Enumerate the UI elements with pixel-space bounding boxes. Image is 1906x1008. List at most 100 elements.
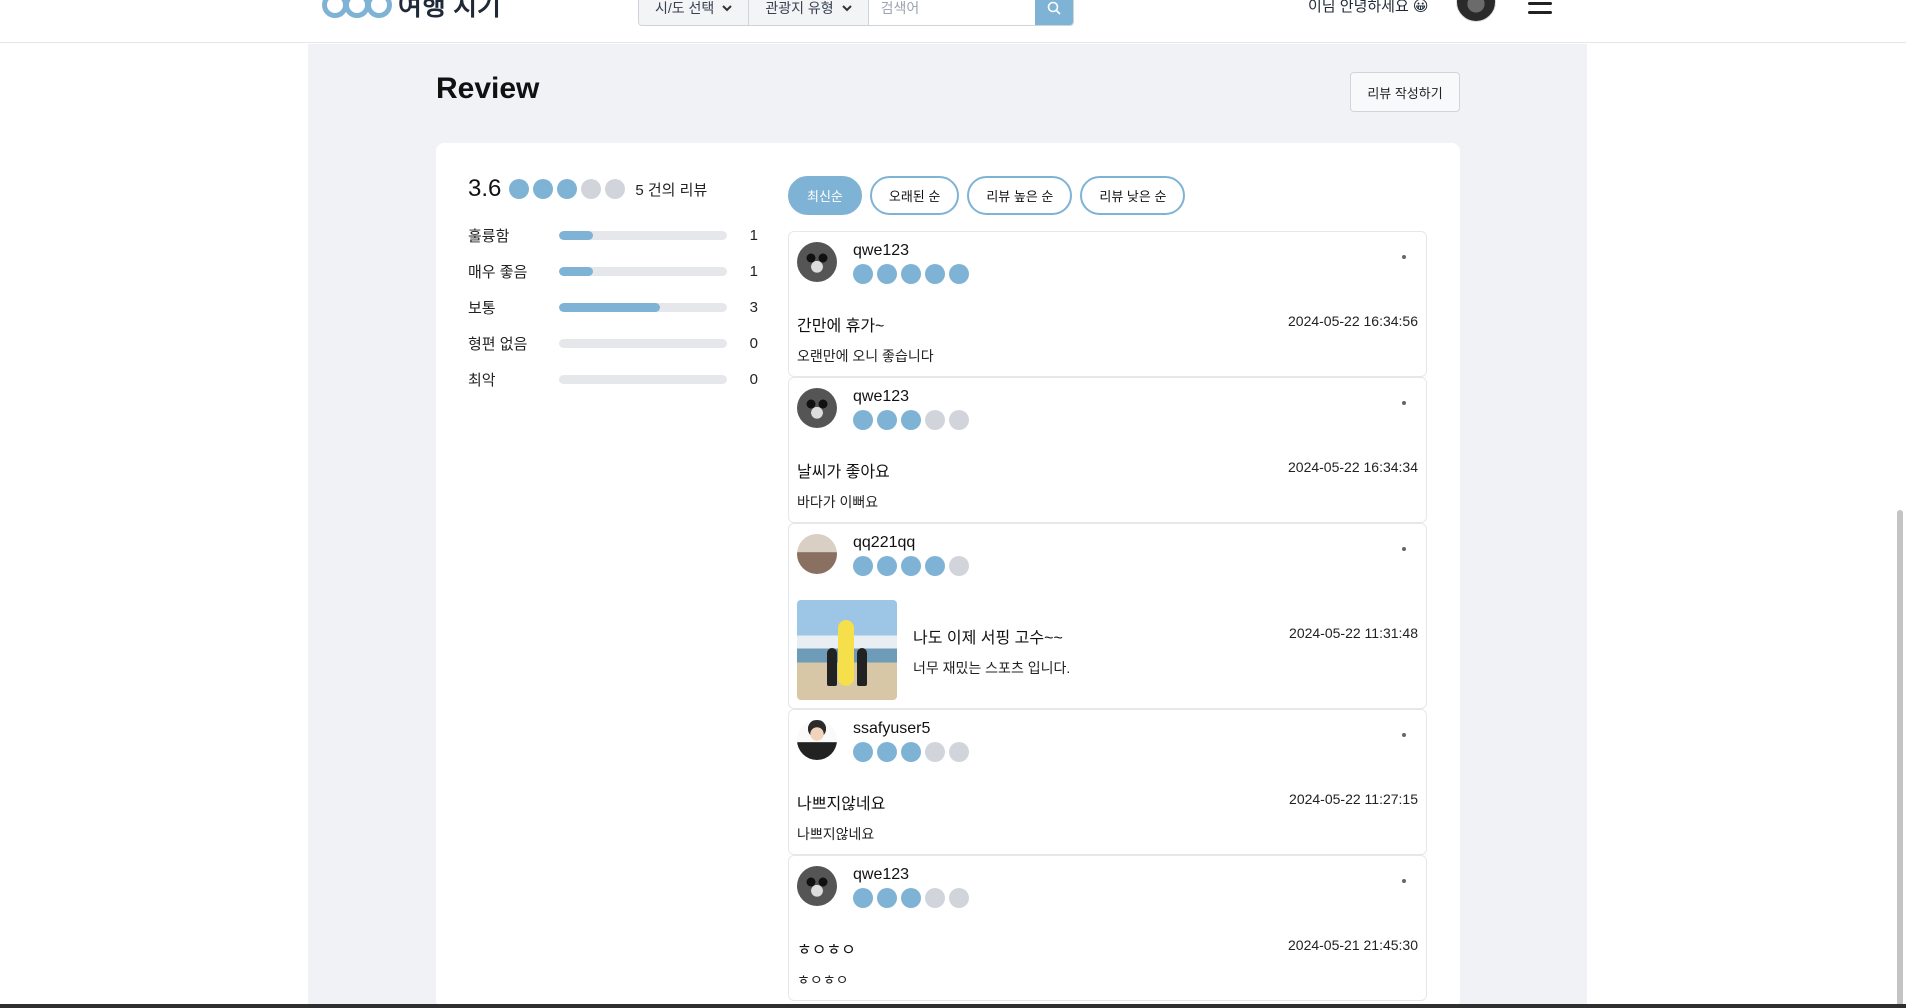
review-rating-dots bbox=[853, 410, 969, 430]
rating-dot-filled bbox=[509, 179, 530, 199]
rating-dot-filled bbox=[877, 410, 897, 430]
distribution-bar bbox=[559, 230, 727, 240]
more-options-icon[interactable] bbox=[1402, 401, 1406, 405]
distribution-bar-fill bbox=[559, 266, 593, 276]
distribution-label: 최악 bbox=[468, 371, 496, 389]
rating-dot-empty bbox=[925, 742, 945, 762]
distribution-bar bbox=[559, 338, 727, 348]
rating-dot-empty bbox=[949, 410, 969, 430]
rating-dot-filled bbox=[853, 264, 873, 284]
reviewer-avatar[interactable] bbox=[797, 534, 837, 574]
logo-text: 여행 지기 bbox=[398, 0, 501, 21]
review-item: qq221qq 나도 이제 서핑 고수~~ 2024-05-22 11:31:4… bbox=[788, 523, 1427, 709]
distribution-count: 3 bbox=[749, 298, 758, 316]
more-options-icon[interactable] bbox=[1402, 733, 1406, 737]
sort-newest-button[interactable]: 최신순 bbox=[788, 176, 862, 215]
review-title: 날씨가 좋아요 bbox=[797, 464, 890, 481]
user-avatar[interactable] bbox=[1456, 0, 1496, 22]
review-date: 2024-05-21 21:45:30 bbox=[1288, 937, 1418, 953]
reviewer-name: qwe123 bbox=[853, 866, 910, 883]
reviewer-avatar[interactable] bbox=[797, 720, 837, 760]
rating-dot-filled bbox=[853, 556, 873, 576]
review-date: 2024-05-22 16:34:56 bbox=[1288, 313, 1418, 329]
reviewer-avatar[interactable] bbox=[797, 242, 837, 282]
rating-dot-filled bbox=[901, 742, 921, 762]
rating-dot-filled bbox=[877, 888, 897, 908]
distribution-label: 매우 좋음 bbox=[468, 263, 528, 281]
distribution-bar-fill bbox=[559, 230, 593, 240]
review-count: 5 건의 리뷰 bbox=[635, 181, 708, 199]
review-list: qwe123 간만에 휴가~ 2024-05-22 16:34:56 오랜만에 … bbox=[788, 231, 1427, 1001]
review-body: 바다가 이뻐요 bbox=[797, 494, 879, 510]
scrollbar-thumb[interactable] bbox=[1897, 510, 1903, 1008]
page-scrollbar[interactable] bbox=[1896, 44, 1904, 1008]
rating-dot-filled bbox=[901, 888, 921, 908]
review-body: 너무 재밌는 스포츠 입니다. bbox=[913, 660, 1071, 676]
distribution-label: 훌륭함 bbox=[468, 227, 510, 245]
sort-lowest-button[interactable]: 리뷰 낮은 순 bbox=[1080, 176, 1186, 215]
distribution-count: 0 bbox=[749, 334, 758, 352]
distribution-count: 1 bbox=[749, 262, 758, 280]
rating-dot-filled bbox=[557, 179, 578, 199]
hamburger-menu-icon[interactable] bbox=[1528, 0, 1552, 14]
rating-dot-filled bbox=[949, 264, 969, 284]
rating-dot-empty bbox=[949, 888, 969, 908]
review-rating-dots bbox=[853, 742, 969, 762]
distribution-label: 형편 없음 bbox=[468, 335, 528, 353]
review-title: 간만에 휴가~ bbox=[797, 318, 885, 335]
site-logo[interactable]: 여행 지기 bbox=[322, 0, 501, 23]
review-rating-dots bbox=[853, 556, 969, 576]
write-review-button[interactable]: 리뷰 작성하기 bbox=[1350, 72, 1460, 112]
search-input[interactable] bbox=[868, 0, 1035, 25]
review-title: 나도 이제 서핑 고수~~ bbox=[913, 630, 1063, 647]
review-item: qwe123 날씨가 좋아요 2024-05-22 16:34:34 바다가 이… bbox=[788, 377, 1427, 523]
more-options-icon[interactable] bbox=[1402, 547, 1406, 551]
distribution-bar bbox=[559, 374, 727, 384]
type-select[interactable]: 관광지 유형 bbox=[749, 0, 869, 25]
review-card: 3.6 5 건의 리뷰 훌륭함 1 매우 좋음 1 보통 3 형편 없음 0 최… bbox=[436, 143, 1460, 1008]
rating-dot-filled bbox=[901, 264, 921, 284]
review-item: qwe123 간만에 휴가~ 2024-05-22 16:34:56 오랜만에 … bbox=[788, 231, 1427, 377]
search-button[interactable] bbox=[1034, 0, 1073, 25]
average-rating-dots bbox=[509, 179, 626, 199]
more-options-icon[interactable] bbox=[1402, 255, 1406, 259]
review-date: 2024-05-22 16:34:34 bbox=[1288, 459, 1418, 475]
rating-dot-filled bbox=[533, 179, 554, 199]
surfboard-shape bbox=[838, 620, 854, 686]
region-select-label: 시/도 선택 bbox=[655, 0, 715, 16]
review-item: ssafyuser5 나쁘지않네요 2024-05-22 11:27:15 나쁘… bbox=[788, 709, 1427, 855]
review-title: ㅎㅇㅎㅇ bbox=[797, 942, 856, 959]
review-rating-dots bbox=[853, 264, 969, 284]
rating-dot-empty bbox=[925, 410, 945, 430]
review-body: 오랜만에 오니 좋습니다 bbox=[797, 348, 934, 364]
review-date: 2024-05-22 11:27:15 bbox=[1289, 791, 1418, 807]
photo-person bbox=[827, 648, 837, 686]
review-body: ㅎㅇㅎㅇ bbox=[797, 972, 849, 988]
rating-dot-filled bbox=[925, 264, 945, 284]
review-photo[interactable] bbox=[797, 600, 897, 700]
review-rating-dots bbox=[853, 888, 969, 908]
reviewer-avatar[interactable] bbox=[797, 388, 837, 428]
reviewer-avatar[interactable] bbox=[797, 866, 837, 906]
type-select-label: 관광지 유형 bbox=[765, 0, 834, 16]
region-select[interactable]: 시/도 선택 bbox=[639, 0, 750, 25]
rating-dot-empty bbox=[925, 888, 945, 908]
sort-oldest-button[interactable]: 오래된 순 bbox=[869, 176, 960, 215]
rating-distribution: 훌륭함 1 매우 좋음 1 보통 3 형편 없음 0 최악 0 bbox=[468, 217, 758, 397]
sort-highest-button[interactable]: 리뷰 높은 순 bbox=[967, 176, 1073, 215]
distribution-row: 매우 좋음 1 bbox=[468, 253, 758, 289]
photo-person bbox=[857, 648, 867, 686]
rating-dot-filled bbox=[877, 742, 897, 762]
sort-options: 최신순 오래된 순 리뷰 높은 순 리뷰 낮은 순 bbox=[788, 176, 1186, 215]
distribution-row: 훌륭함 1 bbox=[468, 217, 758, 253]
bottom-edge bbox=[0, 1004, 1906, 1008]
rating-dot-filled bbox=[877, 556, 897, 576]
chevron-down-icon bbox=[722, 5, 733, 12]
more-options-icon[interactable] bbox=[1402, 879, 1406, 883]
rating-dot-filled bbox=[853, 888, 873, 908]
distribution-row: 최악 0 bbox=[468, 361, 758, 397]
top-navbar: 여행 지기 시/도 선택 관광지 유형 이님 안녕하세요 😀 bbox=[0, 0, 1906, 43]
chevron-down-icon bbox=[841, 5, 852, 12]
distribution-row: 보통 3 bbox=[468, 289, 758, 325]
review-date: 2024-05-22 11:31:48 bbox=[1289, 625, 1418, 641]
